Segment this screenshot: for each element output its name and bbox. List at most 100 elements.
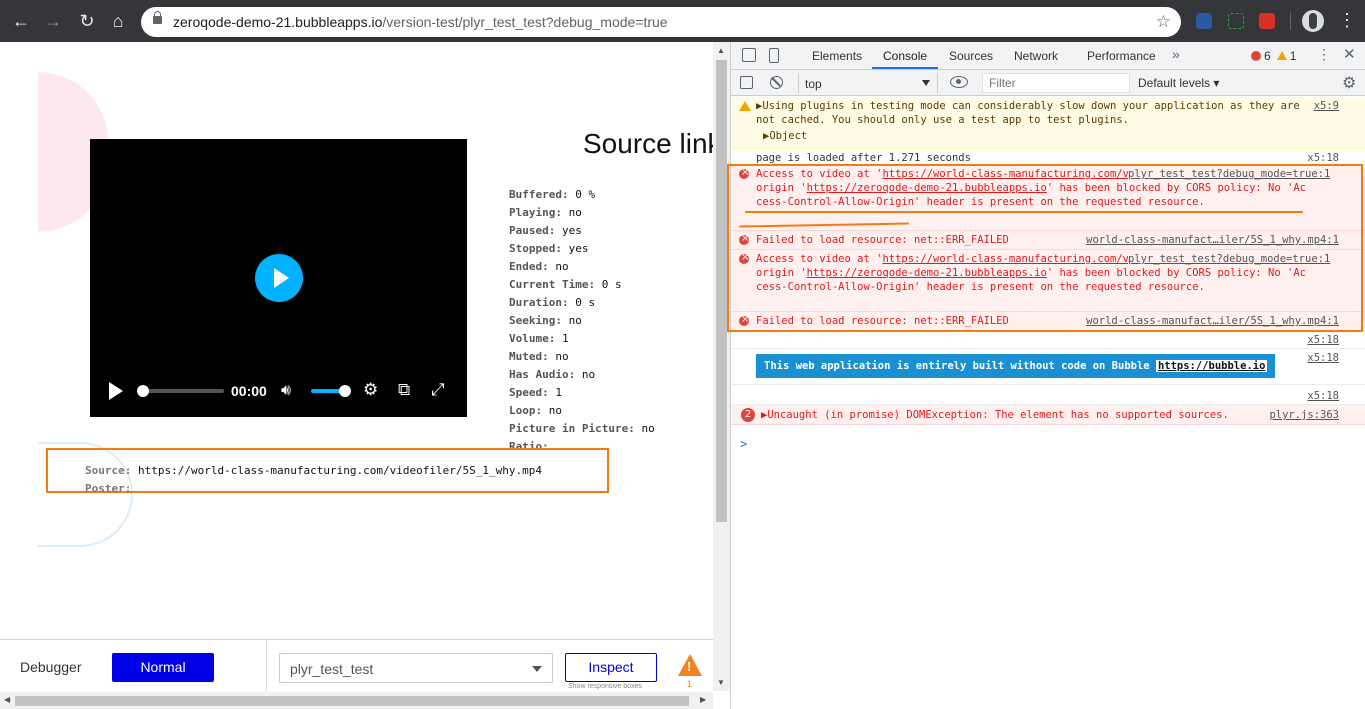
device-toolbar-icon[interactable]	[769, 48, 779, 63]
settings-gear-icon[interactable]: ⚙	[363, 380, 378, 400]
console-message: x5:18	[731, 385, 1365, 405]
stat-row: Speed: 1	[509, 386, 562, 399]
browser-menu-icon[interactable]: ⋮	[1338, 10, 1356, 31]
active-tab-indicator	[872, 67, 938, 69]
source-url-line: Source: https://world-class-manufacturin…	[85, 464, 542, 477]
tab-network[interactable]: Network	[1014, 49, 1058, 63]
pip-icon[interactable]: ⧉	[398, 380, 410, 400]
lock-icon	[153, 11, 162, 24]
back-arrow-icon[interactable]: ←	[10, 10, 32, 32]
page-vertical-scrollbar[interactable]: ▲ ▼	[713, 42, 730, 691]
console-message: ▶Using plugins in testing mode can consi…	[731, 97, 1365, 149]
message-source-link[interactable]: x5:9	[1314, 99, 1339, 113]
stat-row: Current Time: 0 s	[509, 278, 622, 291]
tab-sources[interactable]: Sources	[949, 49, 993, 63]
source-link-heading: Source link	[583, 128, 713, 159]
message-source-link[interactable]: x5:18	[1307, 151, 1339, 165]
forward-arrow-icon[interactable]: →	[42, 10, 64, 32]
stat-row: Stopped: yes	[509, 242, 589, 255]
extension-icon[interactable]	[1259, 13, 1275, 29]
stat-row: Picture in Picture: no	[509, 422, 655, 435]
console-prompt[interactable]: >	[740, 437, 747, 451]
volume-slider[interactable]	[311, 385, 351, 397]
stat-row: Playing: no	[509, 206, 582, 219]
scroll-left-icon[interactable]: ◀	[4, 695, 10, 704]
seek-slider[interactable]	[137, 385, 224, 397]
context-select[interactable]: top	[798, 73, 938, 93]
stat-row: Seeking: no	[509, 314, 582, 327]
console-settings-gear-icon[interactable]: ⚙	[1342, 73, 1356, 93]
home-icon[interactable]: ⌂	[107, 10, 129, 32]
scroll-up-icon[interactable]: ▲	[717, 46, 725, 55]
more-tabs-icon[interactable]: »	[1172, 46, 1180, 62]
live-expression-eye-icon[interactable]	[950, 76, 968, 88]
tab-elements[interactable]: Elements	[812, 49, 862, 63]
warning-icon[interactable]	[678, 654, 702, 676]
seek-thumb[interactable]	[137, 385, 149, 397]
inspect-hint[interactable]: Show responsive boxes	[568, 683, 642, 690]
issue-counts[interactable]: 61	[1251, 49, 1296, 63]
extension-icon[interactable]	[1228, 13, 1244, 29]
bubble-debugger-bar: Debugger Normal plyr_test_test Inspect S…	[0, 639, 713, 693]
fullscreen-icon[interactable]: ⤢	[431, 380, 445, 400]
reload-icon[interactable]: ↻	[76, 10, 98, 32]
warning-icon	[739, 101, 751, 111]
bubble-banner: This web application is entirely built w…	[756, 354, 1276, 378]
stat-row: Loop: no	[509, 404, 562, 417]
console-error: 2 ▶Uncaught (in promise) DOMException: T…	[731, 405, 1365, 425]
page-select[interactable]: plyr_test_test	[279, 653, 553, 683]
video-player[interactable]: 00:00 🔊︎ ⚙ ⧉ ⤢	[90, 139, 467, 417]
stat-row: Buffered: 0 %	[509, 188, 596, 201]
message-source-link[interactable]: plyr.js:363	[1269, 408, 1339, 422]
console-message: page is loaded after 1.271 seconds x5:18	[731, 149, 1365, 165]
repeat-count-badge: 2	[741, 408, 755, 422]
devtools-menu-icon[interactable]: ⋮	[1317, 46, 1331, 63]
close-icon[interactable]: ✕	[1343, 45, 1356, 63]
player-stats: Buffered: 0 % Playing: no Paused: yes St…	[509, 186, 655, 456]
log-levels-dropdown[interactable]: Default levels ▾	[1138, 76, 1219, 90]
address-bar[interactable]: zeroqode-demo-21.bubbleapps.io/version-t…	[141, 7, 1181, 37]
url-text[interactable]: zeroqode-demo-21.bubbleapps.io/version-t…	[173, 14, 668, 30]
stat-row: Ended: no	[509, 260, 569, 273]
console-message: This web application is entirely built w…	[731, 349, 1365, 385]
console-toolbar: top Default levels ▾ ⚙	[731, 70, 1365, 96]
scrollbar-thumb[interactable]	[15, 696, 689, 706]
inspect-element-icon[interactable]	[742, 48, 756, 62]
filter-field[interactable]	[982, 73, 1130, 93]
scroll-down-icon[interactable]: ▼	[717, 678, 725, 687]
volume-icon[interactable]: 🔊︎	[281, 382, 291, 400]
profile-avatar[interactable]	[1302, 10, 1324, 32]
message-source-link[interactable]: x5:18	[1307, 333, 1339, 347]
toolbar-divider	[1290, 12, 1291, 30]
warning-icon	[1276, 51, 1287, 60]
annotation-underline	[745, 211, 1303, 213]
bubble-link[interactable]: https://bubble.io	[1155, 360, 1268, 372]
devtools-panel: Elements Console Sources Network Perform…	[730, 42, 1365, 709]
debug-mode-normal-button[interactable]: Normal	[112, 653, 214, 682]
extension-icon[interactable]	[1196, 13, 1212, 29]
stat-row: Duration: 0 s	[509, 296, 596, 309]
debugger-divider	[266, 640, 267, 693]
big-play-button[interactable]	[255, 254, 303, 302]
clear-console-icon[interactable]	[770, 76, 783, 89]
volume-thumb[interactable]	[339, 385, 351, 397]
tab-performance[interactable]: Performance	[1087, 49, 1156, 63]
filter-input[interactable]	[989, 74, 1127, 92]
page-horizontal-scrollbar[interactable]: ◀ ▶	[0, 692, 713, 709]
console-message: x5:18	[731, 331, 1365, 349]
error-icon	[1251, 51, 1261, 61]
play-icon[interactable]	[109, 382, 123, 400]
page-select-value: plyr_test_test	[290, 661, 374, 677]
bookmark-star-icon[interactable]: ☆	[1156, 12, 1171, 32]
scroll-right-icon[interactable]: ▶	[700, 695, 706, 704]
devtools-tab-bar: Elements Console Sources Network Perform…	[731, 42, 1365, 70]
scrollbar-thumb[interactable]	[716, 60, 727, 522]
stat-row: Muted: no	[509, 350, 569, 363]
message-source-link[interactable]: x5:18	[1307, 351, 1339, 365]
tab-console[interactable]: Console	[883, 49, 927, 63]
inspect-button[interactable]: Inspect	[565, 653, 657, 682]
message-source-link[interactable]: x5:18	[1307, 389, 1339, 403]
sidebar-toggle-icon[interactable]	[740, 76, 753, 89]
warning-count: 1	[687, 679, 693, 689]
stat-row: Volume: 1	[509, 332, 569, 345]
